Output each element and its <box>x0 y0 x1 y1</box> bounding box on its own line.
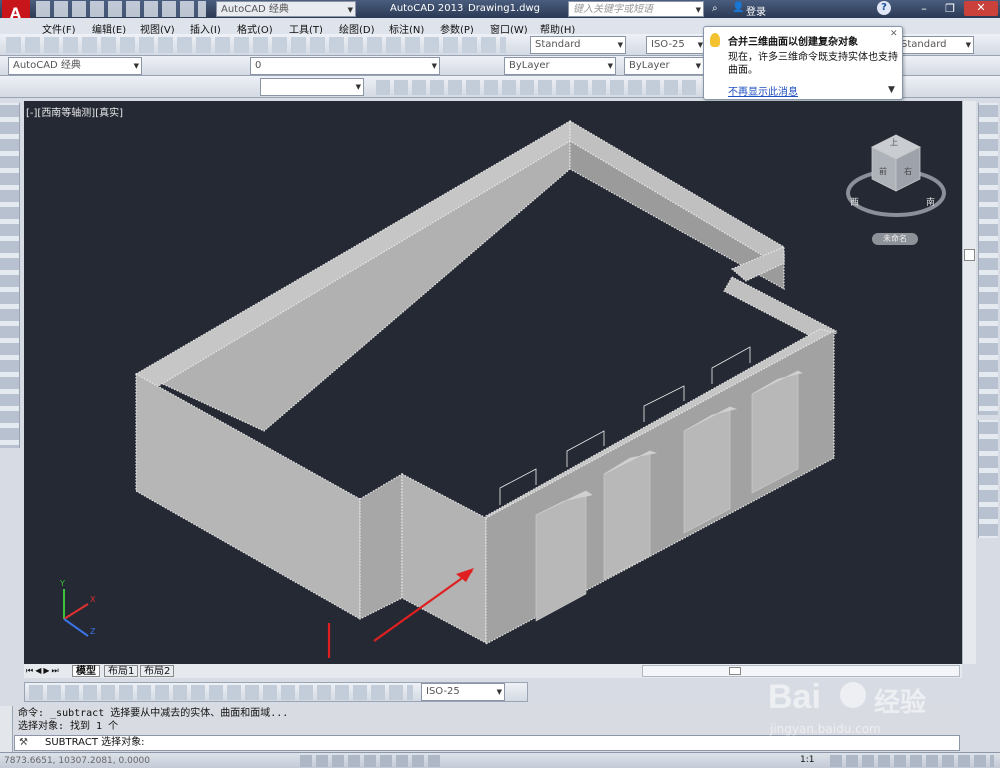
dimension-toolbar: ISO-25 <box>24 682 528 702</box>
dimension-style-combo[interactable]: ISO-25 <box>421 683 505 701</box>
compass-south[interactable]: 南 <box>926 195 935 208</box>
modify-toolbar[interactable] <box>978 103 998 415</box>
balloon-body: 现在，许多三维命令既支持实体也支持曲面。 <box>728 52 898 76</box>
balloon-title: 合并三维曲面以创建复杂对象 <box>728 37 858 48</box>
tab-layout1[interactable]: 布局1 <box>104 665 139 677</box>
user-icon[interactable]: 👤 <box>732 2 744 13</box>
dimension-toolbar-icons[interactable] <box>29 685 413 700</box>
viewcube-top-label[interactable]: 上 <box>890 137 898 148</box>
tab-model[interactable]: 模型 <box>72 665 100 677</box>
minimize-button[interactable]: – <box>912 2 936 16</box>
balloon-link[interactable]: 不再显示此消息 <box>728 83 798 98</box>
watermark-cn: 经验 <box>874 688 927 718</box>
notch-face-a <box>359 472 403 620</box>
table-style-combo[interactable]: Standard <box>896 36 974 54</box>
linetype-combo[interactable]: ByLayer <box>624 57 704 75</box>
command-window-grip[interactable] <box>0 706 13 752</box>
status-tray-icons[interactable] <box>830 755 994 767</box>
watermark-brand: Bai <box>768 678 821 716</box>
building-model <box>135 119 838 646</box>
vertical-scrollbar[interactable] <box>962 101 976 664</box>
app-title: AutoCAD 2013 <box>390 3 464 14</box>
workspace-toolbar-combo[interactable]: AutoCAD 经典 <box>8 57 142 75</box>
dim-style-combo[interactable]: ISO-25 <box>646 36 706 54</box>
ucs-z-axis <box>63 618 89 637</box>
viewcube-left-label[interactable]: 前 <box>879 166 887 177</box>
color-combo[interactable]: ByLayer <box>504 57 616 75</box>
ucs-z-label: Z <box>90 627 96 636</box>
wall-top-back <box>569 119 785 262</box>
binoculars-icon[interactable]: ⌕ <box>712 3 718 14</box>
tab-nav-arrows[interactable]: ⏮◀▶⏭ <box>26 666 70 676</box>
help-icon[interactable]: ? <box>877 1 891 15</box>
search-input[interactable]: 键入关键字或短语 <box>568 1 704 17</box>
restore-button[interactable]: ❐ <box>938 2 962 16</box>
title-bar: A AutoCAD 经典 AutoCAD 2013 Drawing1.dwg 键… <box>0 0 1000 34</box>
model-canvas <box>63 119 946 658</box>
file-title: Drawing1.dwg <box>468 3 540 14</box>
tab-layout2[interactable]: 布局2 <box>140 665 175 677</box>
draw-toolbar[interactable] <box>0 103 20 448</box>
compass-west[interactable]: 西 <box>850 195 859 208</box>
notch-face-b <box>401 473 487 645</box>
info-balloon: 合并三维曲面以创建复杂对象 现在，许多三维命令既支持实体也支持曲面。 不再显示此… <box>703 26 903 100</box>
watermark-paw-icon <box>840 682 866 708</box>
visual-style-combo[interactable] <box>260 78 364 96</box>
unnamed-ucs-menu[interactable]: 未命名 <box>872 233 918 245</box>
drawing-viewport[interactable]: [-][西南等轴测][真实] 上 前 右 西 南 未命名 X Y Z <box>24 101 962 664</box>
workspace-combo[interactable]: AutoCAD 经典 <box>216 1 356 17</box>
status-bar: 7873.6651, 10307.2081, 0.0000 1:1 <box>0 752 1000 768</box>
ucs-icon <box>63 589 89 637</box>
coordinate-readout[interactable]: 7873.6651, 10307.2081, 0.0000 <box>4 756 150 766</box>
login-button[interactable]: 登录 <box>746 3 766 18</box>
ucs-x-label: X <box>90 595 96 604</box>
draworder-toolbar[interactable] <box>978 420 998 538</box>
command-prompt: SUBTRACT 选择对象: <box>45 737 145 748</box>
layer-combo[interactable]: 0 <box>250 57 440 75</box>
text-style-combo[interactable]: Standard <box>530 36 626 54</box>
status-toggle-icons[interactable] <box>300 755 440 767</box>
ucs-y-label: Y <box>60 579 65 588</box>
scroll-thumb-vertical[interactable] <box>964 249 975 261</box>
watermark: Bai 经验 jingyan.baidu.com <box>758 670 978 750</box>
modeling-toolbar-icons[interactable] <box>376 80 696 95</box>
scroll-thumb-horizontal[interactable] <box>729 667 741 675</box>
command-icon: ⚒ <box>19 737 28 748</box>
close-button[interactable]: ✕ <box>964 1 998 16</box>
viewcube-right-label[interactable]: 右 <box>904 166 912 177</box>
watermark-url: jingyan.baidu.com <box>770 722 881 736</box>
annotation-scale[interactable]: 1:1 <box>800 755 814 765</box>
lightbulb-icon <box>710 33 720 47</box>
quick-access-toolbar <box>36 1 206 17</box>
balloon-expand-icon[interactable]: ▼ <box>888 85 895 95</box>
balloon-close-icon[interactable]: ✕ <box>890 29 898 39</box>
standard-toolbar-icons[interactable] <box>6 37 506 53</box>
ucs-x-axis <box>63 603 89 620</box>
